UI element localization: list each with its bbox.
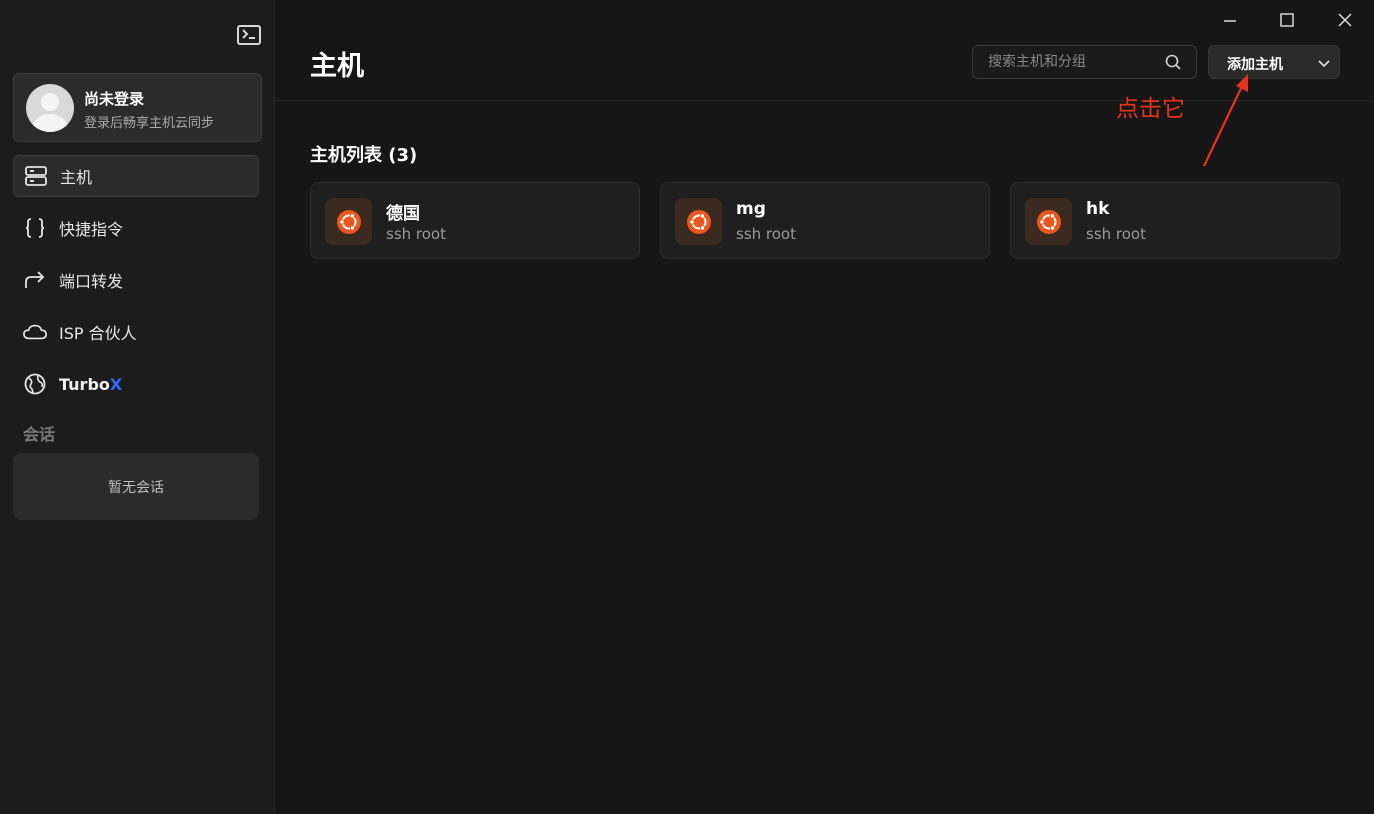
close-icon[interactable]: [1333, 8, 1357, 32]
sessions-empty-state: 暂无会话: [13, 453, 259, 520]
main-panel: 主机 添加主机 点击它 主机列表 (3): [276, 0, 1374, 814]
cloud-icon: [23, 320, 47, 344]
host-name: mg: [736, 199, 766, 219]
host-list-title: 主机列表 (3): [310, 145, 418, 166]
turbo-label-accent: X: [109, 374, 123, 394]
ubuntu-icon: [325, 198, 372, 245]
terminal-icon[interactable]: [237, 25, 261, 45]
search-box: [972, 45, 1197, 79]
user-name: 尚未登录: [84, 90, 145, 108]
sidebar: 尚未登录 登录后畅享主机云同步 主机 快捷指令 端口转发 ISP 合伙人 Tur…: [0, 0, 275, 814]
sidebar-item-label: 主机: [60, 168, 93, 187]
maximize-icon[interactable]: [1275, 8, 1299, 32]
globe-icon: [23, 372, 47, 396]
host-card[interactable]: 德国 ssh root: [310, 182, 640, 259]
host-connection: ssh root: [1086, 225, 1146, 243]
search-input[interactable]: [973, 54, 1164, 70]
sidebar-item-label: TurboX: [59, 375, 122, 394]
user-login-card[interactable]: 尚未登录 登录后畅享主机云同步: [13, 73, 262, 142]
ubuntu-icon: [675, 198, 722, 245]
minimize-icon[interactable]: [1218, 8, 1242, 32]
sidebar-item-label: 快捷指令: [59, 220, 124, 239]
sessions-heading: 会话: [23, 425, 56, 444]
sidebar-item-hosts[interactable]: 主机: [13, 155, 259, 197]
ubuntu-icon: [1025, 198, 1072, 245]
host-name: hk: [1086, 199, 1110, 219]
host-card[interactable]: mg ssh root: [660, 182, 990, 259]
annotation-text: 点击它: [1116, 96, 1185, 122]
avatar: [26, 84, 74, 132]
search-icon[interactable]: [1164, 53, 1182, 71]
host-card[interactable]: hk ssh root: [1010, 182, 1340, 259]
sidebar-item-snippets[interactable]: 快捷指令: [13, 207, 259, 249]
chevron-down-icon[interactable]: [1317, 56, 1331, 70]
annotation-arrow-icon: [1203, 74, 1248, 167]
page-title: 主机: [310, 51, 364, 82]
app-window: 尚未登录 登录后畅享主机云同步 主机 快捷指令 端口转发 ISP 合伙人 Tur…: [0, 0, 1374, 814]
host-connection: ssh root: [736, 225, 796, 243]
sidebar-item-label: ISP 合伙人: [59, 324, 137, 343]
braces-icon: [23, 216, 47, 240]
sidebar-item-label: 端口转发: [59, 272, 124, 291]
turbo-label: Turbo: [59, 374, 110, 394]
sidebar-item-isp[interactable]: ISP 合伙人: [13, 311, 259, 353]
host-name: 德国: [386, 204, 420, 224]
server-icon: [24, 164, 48, 188]
sidebar-item-turbox[interactable]: TurboX: [13, 363, 259, 405]
sidebar-item-port-forwarding[interactable]: 端口转发: [13, 259, 259, 301]
user-subtitle: 登录后畅享主机云同步: [84, 116, 215, 131]
forward-arrow-icon: [23, 268, 47, 292]
host-connection: ssh root: [386, 225, 446, 243]
